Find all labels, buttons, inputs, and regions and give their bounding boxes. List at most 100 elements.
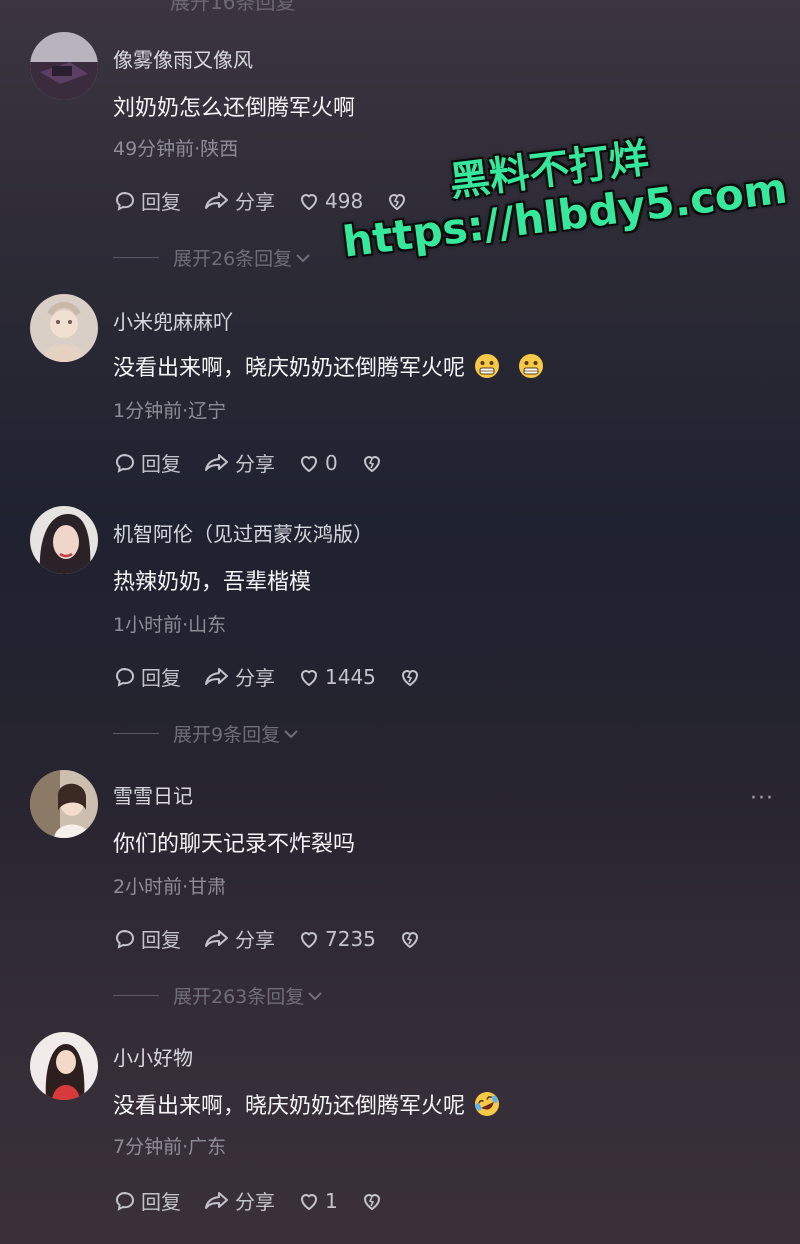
reply-button[interactable]: 回复 <box>113 1186 181 1215</box>
share-button[interactable]: 分享 <box>203 662 275 691</box>
share-button[interactable]: 分享 <box>203 924 275 953</box>
dislike-button[interactable] <box>360 451 388 475</box>
comment-actions: 回复 分享 1 <box>113 1186 410 1215</box>
rofl-emoji <box>475 1092 500 1116</box>
heart-icon <box>300 193 318 210</box>
broken-heart-icon <box>401 931 418 948</box>
broken-heart-icon <box>363 1193 380 1210</box>
expand-replies-label: 展开9条回复 <box>173 724 281 746</box>
heart-icon <box>300 669 318 686</box>
like-count: 1445 <box>325 664 376 689</box>
comment-actions: 回复 分享 0 <box>113 448 410 477</box>
comment-meta: 7分钟前·广东 <box>113 1136 227 1158</box>
comment-username[interactable]: 机智阿伦（见过西蒙灰鸿版） <box>113 518 373 547</box>
like-count: 1 <box>325 1188 338 1213</box>
comment-actions: 回复 分享 1445 <box>113 662 448 691</box>
reply-icon <box>115 453 135 473</box>
avatar[interactable] <box>30 770 98 838</box>
share-button[interactable]: 分享 <box>203 1186 275 1215</box>
share-label: 分享 <box>235 190 275 214</box>
expand-replies[interactable]: 展开9条回复 <box>113 720 299 747</box>
more-options-button[interactable]: ··· <box>750 786 774 811</box>
like-button[interactable]: 7235 <box>297 927 376 951</box>
comment-text: 没看出来啊，晓庆奶奶还倒腾军火呢 <box>113 1088 501 1120</box>
reply-button[interactable]: 回复 <box>113 662 181 691</box>
dislike-button[interactable] <box>360 1189 388 1213</box>
comment-text-content: 你们的聊天记录不炸裂吗 <box>113 832 356 857</box>
comment-username[interactable]: 雪雪日记 <box>113 780 193 809</box>
comment-meta: 1分钟前·辽宁 <box>113 400 227 422</box>
like-button[interactable]: 0 <box>297 451 338 475</box>
like-count: 7235 <box>325 926 376 951</box>
reply-button[interactable]: 回复 <box>113 924 181 953</box>
reply-button[interactable]: 回复 <box>113 186 181 215</box>
expand-replies[interactable]: 展开263条回复 <box>113 982 323 1009</box>
expand-replies-label: 展开263条回复 <box>173 986 305 1008</box>
comment-text: 刘奶奶怎么还倒腾军火啊 <box>113 90 355 122</box>
share-label: 分享 <box>235 928 275 952</box>
comment-text: 热辣奶奶，吾辈楷模 <box>113 564 311 596</box>
avatar[interactable] <box>30 294 98 362</box>
avatar[interactable] <box>30 506 98 574</box>
comment-username[interactable]: 小米兜麻麻吖 <box>113 306 233 335</box>
comment-meta: 1小时前·山东 <box>113 614 227 636</box>
reply-label: 回复 <box>141 452 181 476</box>
like-button[interactable]: 498 <box>297 189 363 213</box>
like-button[interactable]: 1 <box>297 1189 338 1213</box>
share-label: 分享 <box>235 1190 275 1214</box>
divider <box>113 995 159 996</box>
comment-username[interactable]: 像雾像雨又像风 <box>113 44 253 73</box>
dislike-button[interactable] <box>398 927 426 951</box>
heart-icon <box>300 931 318 948</box>
share-label: 分享 <box>235 452 275 476</box>
like-count: 0 <box>325 450 338 475</box>
share-icon <box>205 191 228 209</box>
comment-username[interactable]: 小小好物 <box>113 1042 193 1071</box>
comment-text: 你们的聊天记录不炸裂吗 <box>113 826 355 858</box>
reply-icon <box>115 1191 135 1211</box>
dislike-button[interactable] <box>398 665 426 689</box>
broken-heart-icon <box>401 669 418 686</box>
expand-replies[interactable]: 展开26条回复 <box>113 244 311 271</box>
like-button[interactable]: 1445 <box>297 665 376 689</box>
chevron-down-icon <box>284 729 298 738</box>
comment-meta: 49分钟前·陕西 <box>113 138 239 160</box>
like-count: 498 <box>325 188 364 213</box>
comment-meta: 2小时前·甘肃 <box>113 876 227 898</box>
broken-heart-icon <box>363 455 380 472</box>
share-icon <box>205 929 228 947</box>
reply-label: 回复 <box>141 928 181 952</box>
share-icon <box>205 667 228 685</box>
chevron-down-icon <box>308 991 322 1000</box>
grimace-emoji <box>475 354 500 378</box>
partial-expand-replies: 展开16条回复 <box>170 0 296 14</box>
comment-actions: 回复 分享 498 <box>113 186 435 215</box>
comment-text: 没看出来啊，晓庆奶奶还倒腾军火呢 <box>113 350 545 382</box>
comment-text-content: 刘奶奶怎么还倒腾军火啊 <box>113 96 356 121</box>
comment-actions: 回复 分享 7235 <box>113 924 448 953</box>
comment-text-content: 热辣奶奶，吾辈楷模 <box>113 570 312 595</box>
share-button[interactable]: 分享 <box>203 186 275 215</box>
reply-icon <box>115 667 135 687</box>
reply-label: 回复 <box>141 190 181 214</box>
share-icon <box>205 453 228 471</box>
reply-icon <box>115 929 135 949</box>
reply-button[interactable]: 回复 <box>113 448 181 477</box>
divider <box>113 257 159 258</box>
grimace-emoji <box>519 354 544 378</box>
comment-text-content: 没看出来啊，晓庆奶奶还倒腾军火呢 <box>113 356 466 381</box>
reply-icon <box>115 191 135 211</box>
share-label: 分享 <box>235 666 275 690</box>
comment-text-content: 没看出来啊，晓庆奶奶还倒腾军火呢 <box>113 1094 466 1119</box>
chevron-down-icon <box>296 253 310 262</box>
heart-icon <box>300 455 318 472</box>
reply-label: 回复 <box>141 1190 181 1214</box>
share-button[interactable]: 分享 <box>203 448 275 477</box>
avatar[interactable] <box>30 1032 98 1100</box>
share-icon <box>205 1191 228 1209</box>
expand-replies-label: 展开26条回复 <box>173 248 293 270</box>
avatar[interactable] <box>30 32 98 100</box>
reply-label: 回复 <box>141 666 181 690</box>
divider <box>113 733 159 734</box>
heart-icon <box>300 1193 318 1210</box>
